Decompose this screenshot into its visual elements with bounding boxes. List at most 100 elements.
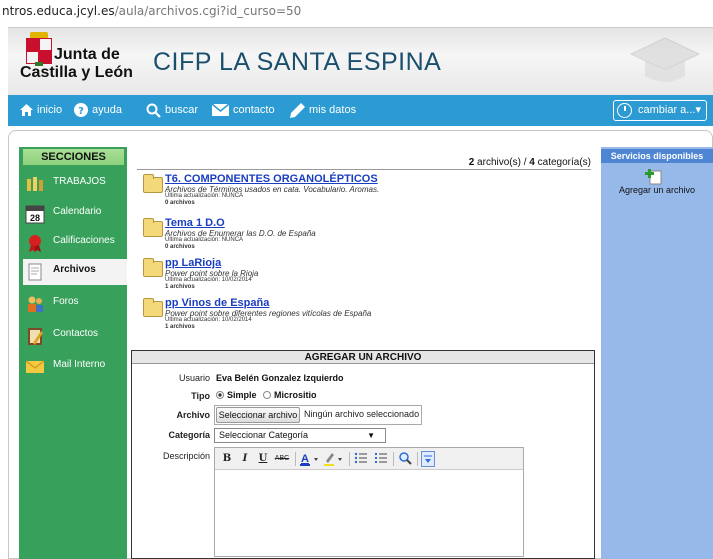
add-file-form: AGREGAR UN ARCHIVO Usuario Eva Belén Gon… [131,350,595,559]
find-button[interactable] [397,451,413,467]
nav-ayuda[interactable]: ? ayuda [74,95,122,126]
usuario-value: Eva Belén Gonzalez Izquierdo [216,373,344,383]
site-title: CIFP LA SANTA ESPINA [153,48,442,76]
sidebar-item-foros[interactable]: Foros [23,291,127,317]
expand-icon [424,455,432,463]
file-status: Ningún archivo seleccionado [304,409,420,419]
junta-logo[interactable]: Junta de Castilla y León [18,30,133,94]
underline-button[interactable]: U [257,451,269,467]
calendar-icon: 28 [25,205,45,224]
cambiar-dropdown[interactable]: cambiar a...▾ [613,100,707,121]
folder-icon [143,174,163,193]
tipo-radio-group: Simple Micrositio [216,390,317,400]
main-navbar: inicio ? ayuda buscar contacto mis datos … [8,95,713,126]
folder-file-count: 0 archivos [165,200,195,206]
descripcion-label: Descripción [162,451,210,461]
url-path: /aula/archivos.cgi?id_curso=50 [114,4,302,18]
search-icon [146,103,161,118]
coat-of-arms-icon [26,32,52,66]
nav-buscar[interactable]: buscar [146,95,198,126]
svg-text:28: 28 [30,213,40,223]
strikethrough-button[interactable]: ABC [273,451,291,467]
folder-icon [143,218,163,237]
svg-text:A: A [301,453,309,465]
folder-item: pp Vinos de España Power point sobre dif… [143,297,583,333]
folder-updated: Última actualización: 10/02/2014 [165,277,252,283]
logo-line2: Castilla y León [20,64,133,81]
clock-icon [617,103,632,118]
find-icon [399,452,412,465]
sidebar-item-trabajos[interactable]: TRABAJOS [23,171,127,197]
folder-file-count: 1 archivos [165,324,195,330]
services-title: Servicios disponibles [601,149,713,163]
nav-inicio[interactable]: inicio [20,95,62,126]
sidebar-item-calendario[interactable]: 28 Calendario [23,201,127,227]
nav-mis-datos[interactable]: mis datos [290,95,356,126]
font-color-icon: A [300,453,318,466]
sidebar-item-archivos[interactable]: Archivos [23,259,127,285]
folder-item: Tema 1 D.O Archivos de Enumerar las D.O.… [143,217,583,253]
grades-icon [29,235,41,252]
jobs-icon [27,177,43,191]
font-color-button[interactable]: A [299,451,321,467]
toggle-toolbar-button[interactable] [421,451,435,467]
folder-updated: Última actualización: NUNCA [165,193,244,199]
mail-icon [211,103,230,117]
folder-link[interactable]: pp LaRioja [165,257,221,269]
sidebar-item-mail-interno[interactable]: Mail Interno [23,354,127,380]
bold-button[interactable]: B [221,451,233,467]
forums-icon [28,296,43,312]
add-file-title: AGREGAR UN ARCHIVO [132,351,594,364]
italic-button[interactable]: I [239,451,251,467]
help-icon: ? [74,103,88,118]
sections-sidebar: SECCIONES TRABAJOS 28 Calendario Calific… [19,147,127,559]
sidebar-item-calificaciones[interactable]: Calificaciones [23,230,127,256]
folder-updated: Última actualización: NUNCA [165,237,244,243]
divider [137,169,591,170]
contacts-icon [28,328,43,345]
nav-contacto[interactable]: contacto [211,95,275,126]
usuario-label: Usuario [178,373,210,383]
numbered-list-button[interactable] [373,451,389,467]
editor-toolbar: B I U ABC A [215,448,523,470]
archivo-label: Archivo [176,410,210,420]
highlight-button[interactable] [323,451,345,467]
folder-link[interactable]: T6. COMPONENTES ORGANOLÉPTICOS [165,173,378,185]
add-file-link[interactable]: Agregar un archivo [601,185,713,195]
description-editor[interactable]: B I U ABC A [214,447,524,557]
folder-updated: Última actualización: 10/02/2014 [165,317,252,323]
folder-item: pp LaRioja Power point sobre la Rioja Úl… [143,257,583,293]
folder-file-count: 1 archivos [165,284,195,290]
tipo-label: Tipo [191,391,210,401]
graduation-cap-icon [629,37,701,82]
folder-item: T6. COMPONENTES ORGANOLÉPTICOS Archivos … [143,173,583,209]
site-banner: Junta de Castilla y León CIFP LA SANTA E… [8,27,713,95]
select-file-button[interactable]: Seleccionar archivo [216,407,300,423]
svg-text:?: ? [78,106,84,117]
services-panel: Servicios disponibles Agregar un archivo [601,147,713,559]
tipo-simple-radio[interactable] [216,391,224,399]
files-count: 2 archivo(s) / 4 categoría(s) [468,157,591,168]
url-host: ntros.educa.jcyl.es [2,4,115,18]
folder-link[interactable]: pp Vinos de España [165,297,269,309]
folder-link[interactable]: Tema 1 D.O [165,217,225,229]
sidebar-title: SECCIONES [23,149,124,165]
pencil-icon [290,102,305,118]
categoria-select[interactable]: Seleccionar Categoría ▼ [214,428,386,443]
mail-icon [25,360,45,373]
categoria-label: Categoría [168,430,210,440]
sidebar-item-contactos[interactable]: Contactos [23,323,127,349]
bullet-list-button[interactable] [353,451,369,467]
highlight-icon [324,453,342,466]
tipo-micrositio-radio[interactable] [263,391,272,399]
logo-line1: Junta de [54,46,120,63]
folder-icon [143,258,163,277]
home-icon [20,104,33,117]
dropdown-arrow-icon: ▼ [367,431,375,440]
url-bar[interactable]: ntros.educa.jcyl.es/aula/archivos.cgi?id… [0,0,713,22]
files-icon [28,263,42,281]
add-file-icon[interactable] [645,169,663,185]
folder-icon [143,298,163,317]
folder-file-count: 0 archivos [165,244,195,250]
bullet-list-icon [354,452,367,464]
